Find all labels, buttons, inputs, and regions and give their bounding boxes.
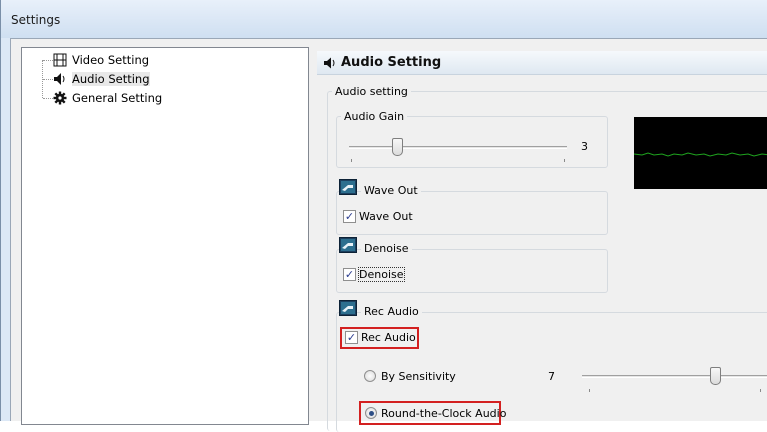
sensitivity-slider-thumb[interactable] [710,367,721,385]
by-sensitivity-radio[interactable] [364,370,376,382]
wave-out-checkbox-label[interactable]: Wave Out [359,210,413,223]
wave-out-group: Wave Out ✓ Wave Out [336,179,608,235]
audio-gain-label: Audio Gain [341,110,408,123]
by-sensitivity-label[interactable]: By Sensitivity [381,370,456,383]
speaker-icon [54,73,65,85]
tree-item-general-setting[interactable]: General Setting [22,90,222,106]
round-the-clock-label[interactable]: Round-the-Clock Audio [381,407,506,420]
tree-item-label: Audio Setting [72,72,150,86]
window-title: Settings [11,13,61,27]
audio-gain-value: 3 [581,140,588,153]
rec-audio-checkbox[interactable]: ✓ [345,331,358,344]
audio-setting-group-label: Audio setting [332,85,411,98]
hand-pointer-icon [339,237,357,253]
speaker-icon [324,57,335,68]
client-area: Video Setting Audio Setting General Sett… [10,38,767,432]
denoise-group-label: Denoise [361,242,412,255]
tree-item-audio-setting[interactable]: Audio Setting [22,71,222,87]
sensitivity-value: 7 [548,370,555,383]
denoise-checkbox-label[interactable]: Denoise [358,267,405,282]
panel-header: Audio Setting [317,51,767,75]
tree-item-label: General Setting [72,91,163,105]
gear-icon [53,91,67,105]
wave-out-checkbox[interactable]: ✓ [343,210,356,223]
audio-gain-group: Audio Gain 3 [336,110,608,168]
tree-item-video-setting[interactable]: Video Setting [22,52,222,68]
waveform-graph [633,152,767,157]
hand-pointer-icon [339,179,357,195]
audio-gain-slider-thumb[interactable] [391,138,403,156]
rec-audio-checkbox-label[interactable]: Rec Audio [361,331,416,344]
denoise-checkbox[interactable]: ✓ [343,268,356,281]
rec-audio-group-label: Rec Audio [361,305,422,318]
panel-title: Audio Setting [341,55,442,70]
audio-level-scope [633,117,767,189]
settings-tree: Video Setting Audio Setting General Sett… [21,47,309,425]
audio-gain-track[interactable] [349,146,567,149]
tree-item-label: Video Setting [72,53,150,67]
film-icon [53,53,67,67]
settings-window: Settings Video Setting Audio Setting Gen… [0,0,767,432]
sensitivity-track[interactable] [582,375,767,378]
hand-pointer-icon [339,300,357,316]
rec-audio-group: Rec Audio ✓ Rec Audio By Sensitivity 7 R… [336,300,767,432]
round-the-clock-radio[interactable] [365,407,377,419]
wave-out-group-label: Wave Out [361,184,421,197]
title-bar[interactable]: Settings [1,0,767,38]
denoise-group: Denoise ✓ Denoise [336,237,608,293]
